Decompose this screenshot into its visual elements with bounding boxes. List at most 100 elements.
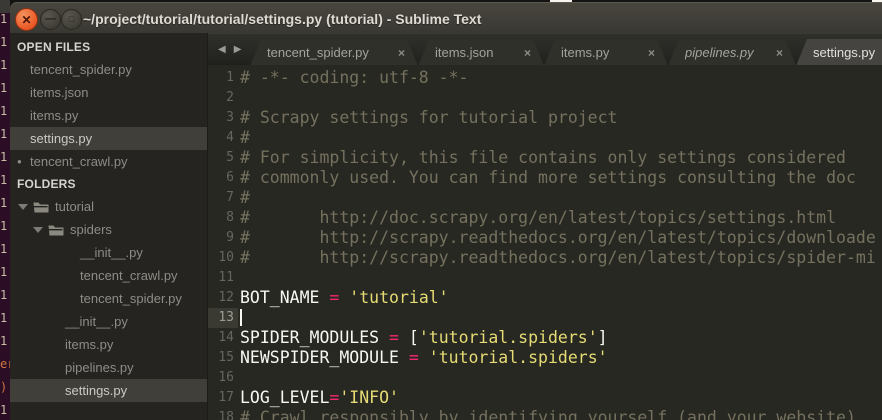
close-button[interactable]: ✕ <box>15 8 38 31</box>
open-file-item[interactable]: ●tencent_crawl.py <box>10 150 207 173</box>
line-number: 5 <box>208 148 238 168</box>
background-text-fragment: 1 <box>0 288 10 302</box>
code-line[interactable]: 10# http://scrapy.readthedocs.org/en/lat… <box>208 248 882 268</box>
code-text: BOT_NAME = 'tutorial' <box>240 288 449 308</box>
tab-close-icon[interactable]: × <box>776 46 783 60</box>
code-line[interactable]: 2 <box>208 88 882 108</box>
code-line[interactable]: 5# For simplicity, this file contains on… <box>208 148 882 168</box>
code-line[interactable]: 17LOG_LEVEL='INFO' <box>208 388 882 408</box>
code-text: # commonly used. You can find more setti… <box>240 168 856 188</box>
code-token: # <box>240 128 250 147</box>
tab[interactable]: items.py× <box>544 39 668 66</box>
prev-tab-arrow-icon[interactable]: ◀ <box>218 45 226 55</box>
background-text-fragment: 1 <box>0 58 10 72</box>
code-line[interactable]: 14SPIDER_MODULES = ['tutorial.spiders'] <box>208 328 882 348</box>
code-token: BOT_NAME <box>240 288 329 307</box>
tab-bar: ◀ ▶ tencent_spider.py×items.json×items.p… <box>208 33 882 65</box>
code-line[interactable]: 7# <box>208 188 882 208</box>
tab[interactable]: items.json× <box>418 39 544 66</box>
code-token: = <box>409 348 419 367</box>
code-text: # For simplicity, this file contains onl… <box>240 148 846 168</box>
folder-tree-folder[interactable]: tutorial <box>10 195 207 218</box>
sidebar: OPEN FILES tencent_spider.pyitems.jsonit… <box>10 33 208 420</box>
title-bar[interactable]: ✕ — □ ~/project/tutorial/tutorial/settin… <box>10 2 882 33</box>
line-number: 9 <box>208 228 238 248</box>
open-file-item[interactable]: items.py <box>10 104 207 127</box>
tree-item-label: tencent_spider.py <box>80 291 182 306</box>
code-text: # Scrapy settings for tutorial project <box>240 108 618 128</box>
tree-item-label: __init__.py <box>65 314 128 329</box>
open-file-item[interactable]: items.json <box>10 81 207 104</box>
code-line[interactable]: 11 <box>208 268 882 288</box>
code-token: # For simplicity, this file contains onl… <box>240 148 846 167</box>
code-token: # commonly used. You can find more setti… <box>240 168 856 187</box>
folder-tree: tutorialspiders __init__.py tencent_crawl.… <box>10 195 207 402</box>
maximize-button[interactable]: □ <box>61 9 82 30</box>
background-text-fragment: 1 <box>0 219 10 233</box>
desktop-background-strip: 111111111111111er):1 <box>0 0 10 420</box>
open-file-item[interactable]: tencent_spider.py <box>10 58 207 81</box>
tree-item-label: __init__.py <box>80 245 143 260</box>
tab-label: tencent_spider.py <box>267 45 369 60</box>
code-token: 'tutorial.spiders' <box>419 328 598 347</box>
line-number: 13 <box>208 308 238 328</box>
screen: 111111111111111er):1 ✕ — □ ~/project/tut… <box>0 0 882 420</box>
background-text-fragment: 1 <box>0 403 10 417</box>
tab[interactable]: tencent_spider.py × <box>250 39 418 66</box>
code-line[interactable]: 6# commonly used. You can find more sett… <box>208 168 882 188</box>
background-text-fragment: 1 <box>0 334 10 348</box>
code-line[interactable]: 13 <box>208 308 882 328</box>
code-text: NEWSPIDER_MODULE = 'tutorial.spiders' <box>240 348 608 368</box>
folder-tree-folder[interactable]: spiders <box>10 218 207 241</box>
code-text: # -*- coding: utf-8 -*- <box>240 68 468 88</box>
tab-close-icon[interactable]: × <box>398 46 405 60</box>
folder-tree-file[interactable]: __init__.py <box>10 310 207 333</box>
code-token: # Crawl responsibly by identifying yours… <box>240 408 856 420</box>
code-token: = <box>329 388 339 407</box>
code-token: 'tutorial.spiders' <box>429 348 608 367</box>
tab-label: pipelines.py <box>685 45 754 60</box>
open-file-item[interactable]: settings.py <box>10 127 207 150</box>
code-line[interactable]: 18# Crawl responsibly by identifying you… <box>208 408 882 420</box>
folder-tree-file[interactable]: items.py <box>10 333 207 356</box>
code-token <box>419 348 429 367</box>
tab-close-icon[interactable]: × <box>524 46 531 60</box>
next-tab-arrow-icon[interactable]: ▶ <box>234 45 242 55</box>
code-line[interactable]: 3# Scrapy settings for tutorial project <box>208 108 882 128</box>
line-number: 11 <box>208 268 238 288</box>
folder-tree-file[interactable]: __init__.py <box>10 241 207 264</box>
code-line[interactable]: 9# http://scrapy.readthedocs.org/en/late… <box>208 228 882 248</box>
folder-tree-file[interactable]: pipelines.py <box>10 356 207 379</box>
code-line[interactable]: 15NEWSPIDER_MODULE = 'tutorial.spiders' <box>208 348 882 368</box>
code-token: LOG_LEVEL <box>240 388 329 407</box>
tab-close-icon[interactable]: × <box>648 46 655 60</box>
line-number: 12 <box>208 288 238 308</box>
minimize-button[interactable]: — <box>40 9 61 30</box>
tree-item-label: tencent_crawl.py <box>80 268 178 283</box>
folder-tree-file[interactable]: tencent_crawl.py <box>10 264 207 287</box>
code-token: SPIDER_MODULES <box>240 328 389 347</box>
close-icon: ✕ <box>21 14 31 26</box>
code-token: # http://doc.scrapy.org/en/latest/topics… <box>240 208 836 227</box>
line-number: 14 <box>208 328 238 348</box>
open-file-label: tencent_spider.py <box>30 62 132 77</box>
disclosure-triangle-icon[interactable] <box>18 204 28 210</box>
background-window-corner <box>0 0 10 13</box>
folder-tree-file[interactable]: tencent_spider.py <box>10 287 207 310</box>
minimize-icon: — <box>45 14 56 25</box>
line-number: 6 <box>208 168 238 188</box>
text-cursor <box>240 309 242 326</box>
code-line[interactable]: 12BOT_NAME = 'tutorial' <box>208 288 882 308</box>
code-text: # http://scrapy.readthedocs.org/en/lates… <box>240 248 876 268</box>
background-text-fragment: 1 <box>0 173 10 187</box>
code-editor[interactable]: 1# -*- coding: utf-8 -*-23# Scrapy setti… <box>208 65 882 420</box>
code-line[interactable]: 4# <box>208 128 882 148</box>
tab[interactable]: pipelines.py × <box>668 39 796 66</box>
disclosure-triangle-icon[interactable] <box>33 227 43 233</box>
code-line[interactable]: 8# http://doc.scrapy.org/en/latest/topic… <box>208 208 882 228</box>
folder-tree-file[interactable]: settings.py <box>10 379 207 402</box>
code-line[interactable]: 16 <box>208 368 882 388</box>
editor-area: ◀ ▶ tencent_spider.py×items.json×items.p… <box>208 33 882 420</box>
code-line[interactable]: 1# -*- coding: utf-8 -*- <box>208 68 882 88</box>
tab[interactable]: settings.py× <box>796 39 882 66</box>
